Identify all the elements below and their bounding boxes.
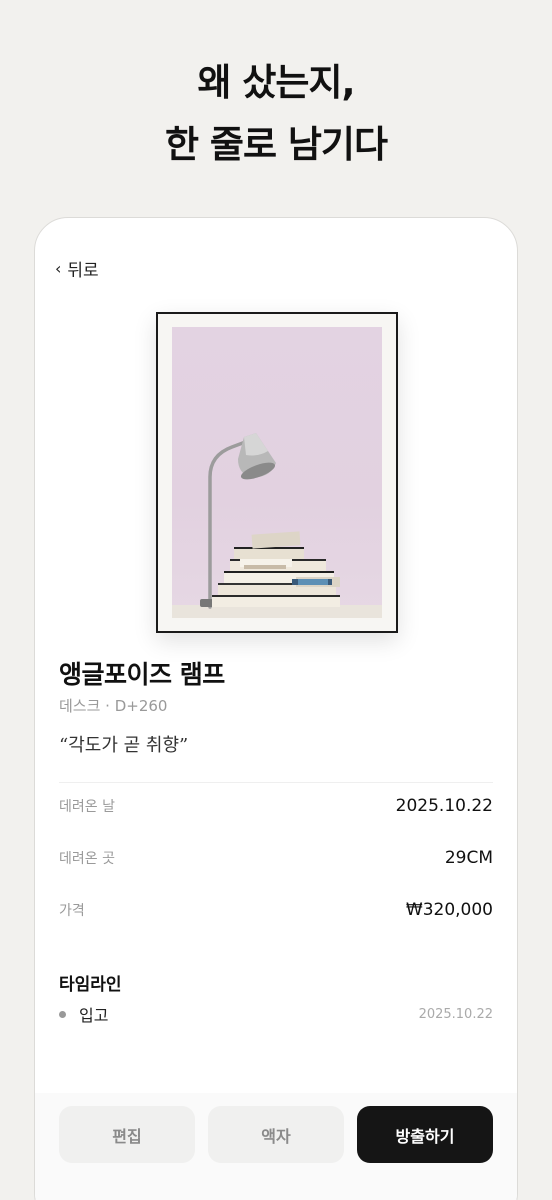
release-button[interactable]: 방출하기 [357, 1106, 493, 1163]
detail-value: 2025.10.22 [395, 796, 493, 816]
detail-label: 데려온 곳 [59, 851, 115, 867]
detail-row-store: 데려온 곳 29CM [59, 848, 493, 868]
item-name: 앵글포이즈 램프 [59, 660, 225, 689]
divider [59, 782, 493, 783]
timeline-item-label: 입고 [79, 1006, 109, 1025]
detail-value: ₩320,000 [405, 900, 493, 920]
lamp-illustration [172, 433, 382, 618]
timeline-item: 입고 2025.10.22 [59, 1002, 493, 1026]
detail-row-date: 데려온 날 2025.10.22 [59, 796, 493, 816]
back-button[interactable]: ‹ 뒤로 [55, 256, 99, 281]
back-label: 뒤로 [67, 261, 99, 281]
photo-frame[interactable] [156, 312, 398, 633]
headline-line-1: 왜 샀는지, [197, 61, 355, 104]
detail-label: 데려온 날 [59, 799, 115, 815]
item-meta: 데스크 · D+260 [59, 697, 168, 715]
headline: 왜 샀는지, 한 줄로 남기다 [0, 52, 552, 176]
item-quote: “각도가 곧 취향” [59, 735, 189, 756]
item-photo [172, 327, 382, 618]
detail-label: 가격 [59, 903, 85, 919]
detail-row-price: 가격 ₩320,000 [59, 900, 493, 920]
timeline-dot-icon [59, 1010, 66, 1018]
phone-screen: ‹ 뒤로 앵글포이즈 램프 데스크 · D+260 “각도가 곧 취향” 데려온… [34, 217, 518, 1200]
detail-value: 29CM [444, 848, 493, 868]
chevron-left-icon: ‹ [55, 259, 62, 278]
frame-button[interactable]: 액자 [208, 1106, 344, 1163]
timeline-title: 타임라인 [59, 975, 122, 995]
timeline-item-date: 2025.10.22 [418, 1006, 493, 1022]
headline-line-2: 한 줄로 남기다 [164, 123, 388, 166]
edit-button[interactable]: 편집 [59, 1106, 195, 1163]
action-bar: 편집 액자 방출하기 [35, 1093, 517, 1200]
